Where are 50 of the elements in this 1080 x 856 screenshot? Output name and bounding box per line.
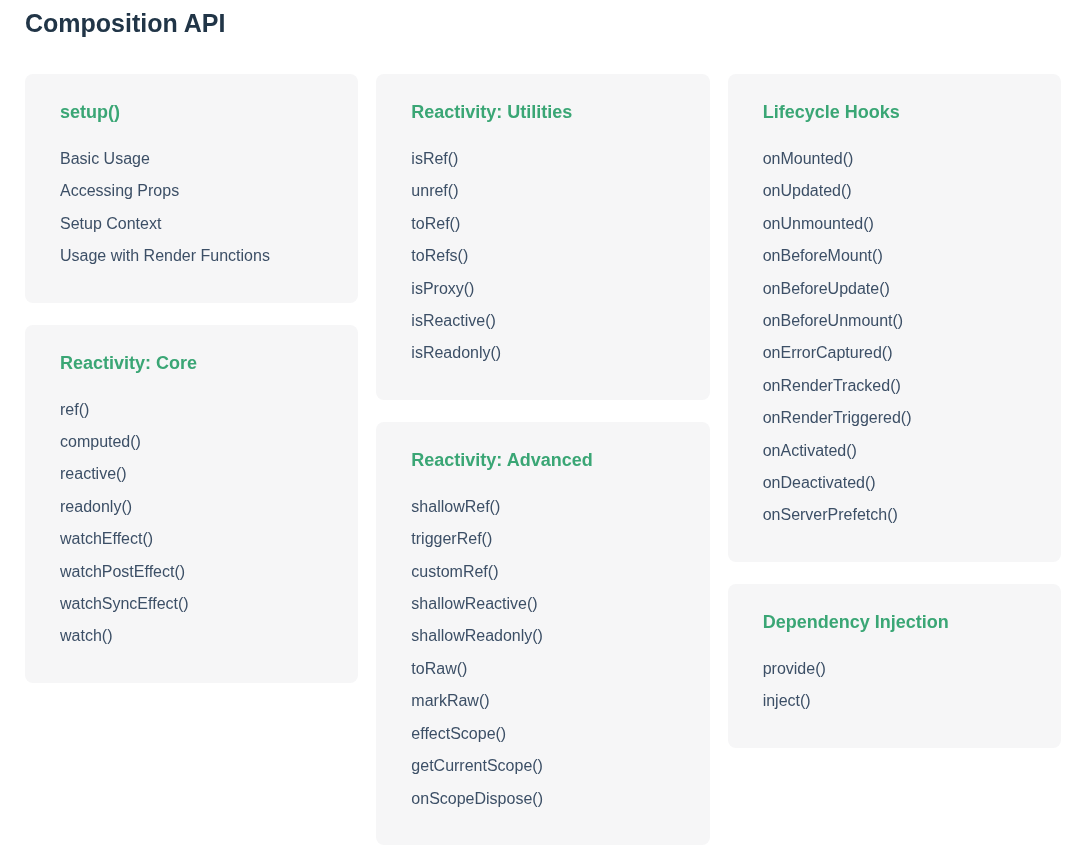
api-link[interactable]: watch()	[60, 620, 113, 653]
card-heading: Lifecycle Hooks	[762, 101, 900, 124]
api-link[interactable]: onActivated()	[762, 434, 857, 468]
api-link[interactable]: provide()	[762, 652, 826, 686]
card-heading: Reactivity: Utilities	[411, 101, 573, 124]
api-link[interactable]: Setup Context	[60, 207, 162, 241]
api-link[interactable]: Usage with Render Functions	[60, 240, 270, 273]
api-link[interactable]: shallowReactive()	[411, 588, 538, 621]
api-link[interactable]: Basic Usage	[60, 143, 150, 176]
api-link[interactable]: reactive()	[60, 458, 127, 491]
api-link[interactable]: readonly()	[60, 490, 133, 524]
api-link[interactable]: computed()	[60, 426, 141, 459]
api-link[interactable]: getCurrentScope()	[411, 750, 543, 783]
card-heading: Reactivity: Core	[60, 351, 198, 375]
api-link[interactable]: watchEffect()	[60, 523, 154, 556]
api-link[interactable]: shallowReadonly()	[411, 620, 543, 653]
api-link[interactable]: unref()	[411, 175, 459, 208]
api-link[interactable]: effectScope()	[411, 717, 507, 751]
api-link[interactable]: onDeactivated()	[762, 467, 876, 500]
api-link[interactable]: watchPostEffect()	[60, 555, 186, 589]
api-link[interactable]: onBeforeUnmount()	[762, 305, 904, 338]
api-link[interactable]: inject()	[762, 685, 811, 718]
api-link[interactable]: onUpdated()	[762, 175, 852, 208]
api-link[interactable]: toRefs()	[411, 240, 469, 273]
api-link[interactable]: shallowRef()	[411, 490, 501, 524]
api-link[interactable]: onScopeDispose()	[411, 782, 543, 815]
api-link[interactable]: isReactive()	[411, 305, 496, 338]
api-link[interactable]: isReadonly()	[411, 337, 502, 370]
api-link[interactable]: isProxy()	[411, 272, 475, 306]
api-link[interactable]: onRenderTracked()	[762, 369, 901, 403]
page-title: Composition API	[25, 8, 227, 39]
api-link[interactable]: watchSyncEffect()	[60, 588, 189, 621]
api-link[interactable]: toRaw()	[411, 652, 468, 686]
api-link[interactable]: toRef()	[411, 207, 461, 241]
api-link[interactable]: onRenderTriggered()	[762, 402, 912, 435]
card-heading: setup()	[60, 101, 120, 124]
api-link[interactable]: triggerRef()	[411, 523, 493, 556]
api-link[interactable]: onBeforeUpdate()	[762, 272, 890, 306]
api-link[interactable]: onMounted()	[762, 143, 854, 176]
api-link[interactable]: ref()	[60, 393, 90, 427]
card-heading: Reactivity: Advanced	[411, 448, 593, 472]
api-link[interactable]: markRaw()	[411, 685, 490, 718]
api-link[interactable]: onUnmounted()	[762, 207, 874, 241]
api-link[interactable]: Accessing Props	[60, 175, 180, 208]
api-link[interactable]: customRef()	[411, 555, 499, 589]
card-heading: Dependency Injection	[762, 610, 949, 634]
api-link[interactable]: onBeforeMount()	[762, 240, 883, 273]
api-link[interactable]: isRef()	[411, 143, 459, 176]
api-link[interactable]: onServerPrefetch()	[762, 499, 898, 532]
api-link[interactable]: onErrorCaptured()	[762, 337, 893, 370]
